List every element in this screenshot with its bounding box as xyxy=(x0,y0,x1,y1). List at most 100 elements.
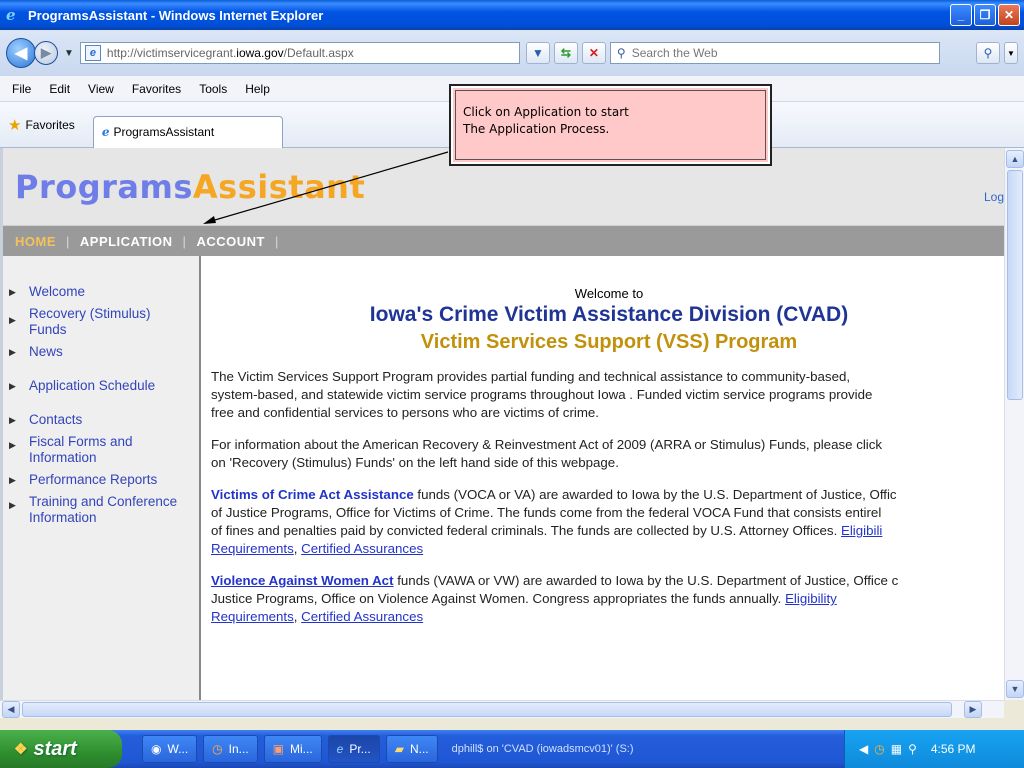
sidebar-item-news[interactable]: ▶ News xyxy=(3,344,199,360)
media-icon: ◉ xyxy=(151,742,162,756)
menu-view[interactable]: View xyxy=(88,82,114,96)
start-label: start xyxy=(33,737,77,760)
sidebar-item-training[interactable]: ▶ Training and Conference Information xyxy=(3,494,199,526)
menu-favorites[interactable]: Favorites xyxy=(132,82,181,96)
search-options-button[interactable]: ▼ xyxy=(1004,42,1018,64)
nav-home[interactable]: HOME xyxy=(15,234,56,249)
taskbar-item-clock[interactable]: ◷ In... xyxy=(203,735,258,763)
login-link[interactable]: Log xyxy=(984,190,1004,204)
sidebar-item-label: News xyxy=(29,344,63,359)
search-go-button[interactable]: ⚲ xyxy=(976,42,1000,64)
bullet-icon: ▶ xyxy=(9,287,16,297)
scroll-left-button[interactable]: ◀ xyxy=(2,701,20,718)
paragraph-line: of Justice Programs, Office for Victims … xyxy=(211,505,882,520)
system-tray: ◀ ◷ ▦ ⚲ 4:56 PM xyxy=(844,730,1024,768)
voca-link[interactable]: Victims of Crime Act Assistance xyxy=(211,487,414,502)
search-input[interactable]: ⚲ Search the Web xyxy=(609,42,940,64)
ie-icon: e xyxy=(6,6,16,24)
close-button[interactable]: ✕ xyxy=(998,4,1020,26)
bullet-icon: ▶ xyxy=(9,415,16,425)
sidebar-item-application-schedule[interactable]: ▶ Application Schedule xyxy=(3,378,199,394)
search-icon[interactable]: ⚲ xyxy=(908,742,917,756)
left-sidebar: ▶ Welcome ▶ Recovery (Stimulus) Funds ▶ New… xyxy=(3,256,201,700)
vertical-scrollbar[interactable]: ▲ ▼ xyxy=(1004,148,1024,700)
search-placeholder: Search the Web xyxy=(631,46,718,60)
voca-assurances-link[interactable]: Certified Assurances xyxy=(301,541,423,556)
taskbar-item-ie[interactable]: e Pr... xyxy=(327,735,380,763)
drive-toolbar-label: dphill$ on 'CVAD (iowadsmcv01)' (S:) xyxy=(451,743,634,755)
ie-icon: e xyxy=(101,125,110,139)
nav-application[interactable]: APPLICATION xyxy=(80,234,173,249)
menu-edit[interactable]: Edit xyxy=(49,82,70,96)
scroll-right-button[interactable]: ▶ xyxy=(964,701,982,718)
scroll-down-button[interactable]: ▼ xyxy=(1006,680,1024,698)
vawa-requirements-link[interactable]: Requirements xyxy=(211,609,294,624)
start-button[interactable]: ❖ start xyxy=(0,730,122,768)
windows-flag-icon: ❖ xyxy=(14,741,28,758)
task-label: In... xyxy=(228,742,249,756)
vawa-link[interactable]: Violence Against Women Act xyxy=(211,573,394,588)
sidebar-item-fiscal-forms[interactable]: ▶ Fiscal Forms and Information xyxy=(3,434,199,466)
tray-clock[interactable]: 4:56 PM xyxy=(931,742,976,756)
sidebar-item-performance-reports[interactable]: ▶ Performance Reports xyxy=(3,472,199,488)
sidebar-item-label: Fiscal Forms and Information xyxy=(29,434,133,465)
bullet-icon: ▶ xyxy=(9,381,16,391)
horizontal-scrollbar[interactable]: ◀ ▶ xyxy=(0,700,1004,718)
vawa-eligibility-link[interactable]: Eligibility xyxy=(785,591,837,606)
menu-help[interactable]: Help xyxy=(245,82,270,96)
menu-tools[interactable]: Tools xyxy=(199,82,227,96)
stimulus-paragraph: For information about the American Recov… xyxy=(211,436,1004,472)
welcome-to-text: Welcome to xyxy=(574,286,644,301)
sidebar-item-contacts[interactable]: ▶ Contacts xyxy=(3,412,199,428)
refresh-button[interactable]: ⇆ xyxy=(553,42,578,64)
restore-button[interactable]: ❐ xyxy=(974,4,996,26)
sidebar-item-label: Contacts xyxy=(29,412,83,427)
nav-account[interactable]: ACCOUNT xyxy=(196,234,265,249)
address-toolbar: ◀ ▶ ▼ e http://victimservicegrant. iowa.g… xyxy=(0,30,1024,76)
cvad-heading: Iowa's Crime Victim Assistance Division … xyxy=(369,303,849,326)
bullet-icon: ▶ xyxy=(9,475,16,485)
paragraph-line: of fines and penalties paid by convicted… xyxy=(211,523,841,538)
voca-requirements-link[interactable]: Requirements xyxy=(211,541,294,556)
site-nav: HOME | APPLICATION | ACCOUNT | xyxy=(3,226,1004,256)
sidebar-item-label: Recovery (Stimulus) Funds xyxy=(29,306,151,337)
folder-icon: ▰ xyxy=(394,742,404,756)
voca-eligibility-link[interactable]: Eligibili xyxy=(841,523,882,538)
intro-paragraph: The Victim Services Support Program prov… xyxy=(211,368,1004,422)
network-icon[interactable]: ▦ xyxy=(891,742,902,756)
vawa-assurances-link[interactable]: Certified Assurances xyxy=(301,609,423,624)
stop-button[interactable]: ✕ xyxy=(581,42,606,64)
paragraph-line: Justice Programs, Office on Violence Aga… xyxy=(211,591,786,606)
horizontal-scroll-thumb[interactable] xyxy=(22,702,952,717)
paragraph-line: For information about the American Recov… xyxy=(211,437,883,452)
favorites-button[interactable]: Favorites xyxy=(25,118,74,132)
sidebar-item-recovery[interactable]: ▶ Recovery (Stimulus) Funds xyxy=(3,306,193,338)
clock-icon[interactable]: ◷ xyxy=(874,742,884,756)
tray-expand-icon[interactable]: ◀ xyxy=(859,742,868,756)
bullet-icon: ▶ xyxy=(9,440,16,450)
nav-separator: | xyxy=(66,233,70,249)
ie-icon: e xyxy=(336,742,344,756)
task-label: N... xyxy=(409,742,429,756)
back-button[interactable]: ◀ xyxy=(6,38,36,68)
address-input[interactable]: e http://victimservicegrant. iowa.gov/Def… xyxy=(79,42,520,64)
vertical-scroll-thumb[interactable] xyxy=(1007,170,1023,400)
forward-button[interactable]: ▶ xyxy=(34,41,58,65)
browser-tab[interactable]: e ProgramsAssistant xyxy=(92,115,283,148)
menu-file[interactable]: File xyxy=(12,82,31,96)
address-dropdown-button[interactable]: ▼ xyxy=(525,42,550,64)
window-title-bar[interactable]: e ProgramsAssistant - Windows Internet E… xyxy=(0,0,1024,30)
taskbar-item-outlook[interactable]: ▣ Mi... xyxy=(263,735,322,763)
site-logo[interactable]: ProgramsAssistant xyxy=(15,168,365,206)
main-content: Welcome to Iowa's Crime Victim Assistanc… xyxy=(211,256,1004,700)
task-label: W... xyxy=(167,742,189,756)
sidebar-item-welcome[interactable]: ▶ Welcome xyxy=(3,284,199,300)
taskbar-item-folder[interactable]: ▰ N... xyxy=(385,735,438,763)
status-strip xyxy=(0,718,1024,730)
scroll-up-button[interactable]: ▲ xyxy=(1006,150,1024,168)
paragraph-line: funds (VAWA or VW) are awarded to Iowa b… xyxy=(393,573,899,588)
taskbar-item-media[interactable]: ◉ W... xyxy=(142,735,198,763)
sidebar-item-label: Training and Conference Information xyxy=(29,494,178,525)
minimize-button[interactable]: _ xyxy=(950,4,972,26)
history-dropdown-icon[interactable]: ▼ xyxy=(64,48,74,59)
